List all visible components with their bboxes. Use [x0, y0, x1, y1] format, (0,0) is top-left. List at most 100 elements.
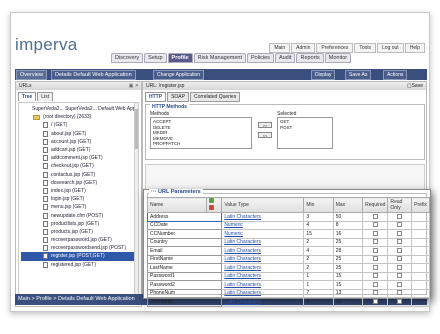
add-row-icon[interactable]	[208, 198, 214, 203]
parameter-prefix[interactable]	[411, 297, 430, 307]
parameter-max[interactable]: 25	[332, 237, 364, 247]
nav-reports[interactable]: Reports	[296, 53, 324, 63]
required-checkbox[interactable]	[372, 256, 378, 262]
tree-item[interactable]: index.jsp (GET)	[21, 187, 136, 195]
tree-item[interactable]: registered.jsp (GET)	[21, 261, 136, 269]
parameter-row[interactable]: FirstName Latin Characters 2 25	[146, 254, 430, 264]
parameter-prefix[interactable]	[411, 220, 430, 230]
required-checkbox[interactable]	[372, 213, 378, 219]
parameter-min[interactable]: 3	[303, 212, 334, 222]
details-tab[interactable]: Details Default Web Application	[51, 70, 136, 80]
required-checkbox[interactable]	[372, 239, 378, 245]
actions-button[interactable]: Actions	[383, 70, 408, 80]
col-required[interactable]: Required	[362, 197, 389, 213]
save-as-button[interactable]: Save As	[345, 70, 372, 80]
tree-item[interactable]: recoverpasswordsend.jsp (POST)	[21, 244, 136, 252]
required-checkbox[interactable]	[372, 247, 378, 253]
read-only-checkbox[interactable]	[397, 247, 403, 253]
parameter-max[interactable]: 16	[332, 229, 364, 239]
parameter-max[interactable]: 28	[332, 246, 364, 256]
change-application-button[interactable]: Change Application	[153, 70, 205, 80]
parameter-name[interactable]: FirstName	[146, 254, 223, 264]
parameter-max[interactable]: 15	[332, 297, 364, 307]
tree-item[interactable]: / (GET)	[21, 121, 136, 129]
tab-tree[interactable]: Tree	[18, 92, 37, 101]
nav-profile[interactable]: Profile	[167, 53, 193, 63]
read-only-checkbox[interactable]	[397, 213, 403, 219]
parameter-row[interactable]: Email Latin Characters 4 28	[146, 246, 430, 256]
parameter-value-type[interactable]: Latin Characters	[221, 212, 305, 222]
parameter-row[interactable]: Address Latin Characters 3 50	[146, 212, 430, 222]
top-link-logout[interactable]: Log out	[377, 43, 404, 53]
parameter-max[interactable]: 8	[332, 220, 364, 230]
parameter-max[interactable]: 50	[332, 212, 364, 222]
parameter-name[interactable]: PhoneNum	[146, 288, 223, 298]
parameter-min[interactable]: 7	[303, 288, 334, 298]
selected-method-option[interactable]: POST	[280, 125, 330, 131]
parameter-row[interactable]: Country Latin Characters 2 25	[146, 237, 430, 247]
parameter-name[interactable]: CCNumber	[146, 229, 223, 239]
required-checkbox[interactable]	[372, 264, 378, 270]
nav-monitor[interactable]: Monitor	[324, 53, 352, 63]
parameter-name[interactable]: Email	[146, 246, 223, 256]
method-option[interactable]: PROPPATCH	[153, 141, 249, 147]
parameter-name[interactable]: Password1	[146, 271, 223, 281]
parameter-value-type[interactable]: Latin Characters	[221, 246, 305, 256]
tree-item[interactable]: productlists.jsp (GET)	[21, 220, 136, 228]
top-link-admin[interactable]: Admin	[291, 43, 316, 53]
tree-item[interactable]: menu.jsp (GET)	[21, 203, 136, 211]
required-checkbox[interactable]	[372, 281, 378, 287]
tree-item[interactable]: recoverpassword.jsp (GET)	[21, 236, 136, 244]
parameter-min[interactable]: 3	[303, 297, 334, 307]
remove-method-button[interactable]: <<	[258, 132, 272, 138]
parameter-row[interactable]: Password2 Latin Characters 1 15	[146, 280, 430, 290]
tree-item[interactable]: register.jsp (POST,GET)	[21, 252, 136, 261]
read-only-checkbox[interactable]	[397, 222, 403, 228]
parameter-value-type[interactable]: Latin Characters	[221, 280, 305, 290]
parameter-prefix[interactable]	[411, 237, 430, 247]
delete-row-icon[interactable]	[208, 205, 214, 210]
top-link-preferences[interactable]: Preferences	[316, 43, 354, 53]
tree-item[interactable]: checkout.jsp (GET)	[21, 162, 136, 170]
parameter-min[interactable]: 4	[303, 246, 334, 256]
tree-item[interactable]: (root directory) (2633)	[21, 113, 136, 121]
parameter-min[interactable]: 2	[303, 237, 334, 247]
display-button[interactable]: Display	[311, 70, 336, 80]
overview-tab[interactable]: Overview	[16, 70, 47, 80]
parameter-value-type[interactable]: Latin Characters	[221, 288, 305, 298]
col-max[interactable]: Max	[332, 197, 364, 213]
parameter-min[interactable]: 4	[303, 220, 334, 230]
parameter-prefix[interactable]	[411, 280, 430, 290]
top-link-tools[interactable]: Tools	[354, 43, 377, 53]
col-read-only[interactable]: Read Only	[387, 197, 413, 213]
parameter-value-type[interactable]: Numeric	[221, 229, 305, 239]
parameter-prefix[interactable]	[411, 263, 430, 273]
tree-scrollbar[interactable]	[134, 103, 138, 303]
parameter-prefix[interactable]	[411, 254, 430, 264]
read-only-checkbox[interactable]	[397, 281, 403, 287]
save-link[interactable]: ▢Save	[407, 83, 423, 89]
nav-discovery[interactable]: Discovery	[111, 53, 144, 63]
parameter-min[interactable]: 2	[303, 263, 334, 273]
tree-item[interactable]: account.jsp (GET)	[21, 138, 136, 146]
parameter-row[interactable]: LastName Latin Characters 2 25	[146, 263, 430, 273]
panel-controls-icon[interactable]: ▣ ✕	[129, 83, 139, 89]
nav-setup[interactable]: Setup	[144, 53, 167, 63]
read-only-checkbox[interactable]	[397, 256, 403, 262]
parameter-value-type[interactable]: Latin Characters	[221, 263, 305, 273]
parameter-name[interactable]: Country	[146, 237, 223, 247]
tree-item[interactable]: contactus.jsp (GET)	[21, 171, 136, 179]
url-tree[interactable]: SuperVeda2... SuperVeda2... Default Web …	[18, 102, 139, 304]
col-value-type[interactable]: Value Type	[221, 197, 305, 213]
tree-item[interactable]: newupdate.cfm (POST)	[21, 211, 136, 219]
tab-correlated-queries[interactable]: Correlated Queries	[189, 92, 241, 102]
read-only-checkbox[interactable]	[397, 264, 403, 270]
parameter-row[interactable]: CCDate Numeric 4 8	[146, 220, 430, 230]
parameter-min[interactable]: 1	[303, 271, 334, 281]
tree-item[interactable]: products.jsp (GET)	[21, 228, 136, 236]
parameter-prefix[interactable]	[411, 288, 430, 298]
nav-risk-management[interactable]: Risk Management	[193, 53, 246, 63]
parameter-name[interactable]: Password2	[146, 280, 223, 290]
col-name[interactable]: Name	[147, 197, 207, 213]
parameter-value-type[interactable]: Latin Characters	[221, 237, 305, 247]
